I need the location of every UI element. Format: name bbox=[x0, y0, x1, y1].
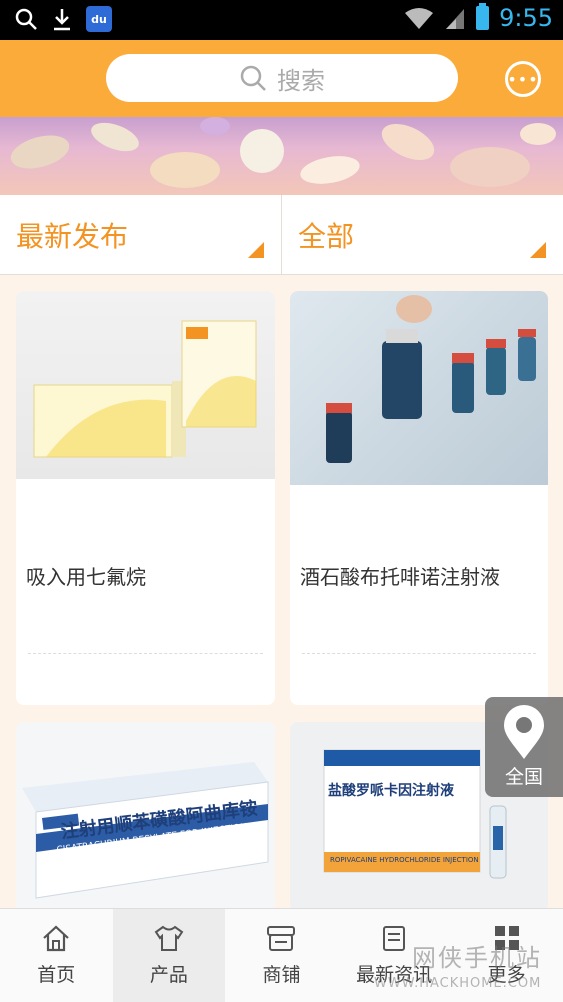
product-title: 吸入用七氟烷 bbox=[26, 565, 146, 589]
filter-all-label: 全部 bbox=[298, 220, 355, 253]
package-subtext: ROPIVACAINE HYDROCHLORIDE INJECTION bbox=[330, 856, 479, 864]
nav-news-label: 最新资讯 bbox=[356, 964, 433, 986]
location-button[interactable]: 全国 bbox=[485, 697, 563, 797]
search-input[interactable]: 搜索 bbox=[106, 54, 458, 102]
wifi-icon bbox=[405, 8, 434, 29]
grid-icon bbox=[494, 926, 519, 950]
nav-home[interactable]: 首页 bbox=[0, 909, 113, 1002]
filter-latest-label: 最新发布 bbox=[16, 220, 129, 253]
nav-products[interactable]: 产品 bbox=[112, 909, 226, 1002]
nav-stores[interactable]: 商铺 bbox=[225, 909, 338, 1002]
product-box-illustration bbox=[33, 320, 257, 458]
bottom-nav: 首页 产品 商铺 最新资讯 更多 bbox=[0, 908, 563, 1002]
card-divider bbox=[28, 653, 263, 654]
search-icon bbox=[15, 8, 37, 30]
clock: 9:55 bbox=[499, 4, 553, 32]
filter-divider bbox=[281, 195, 282, 275]
status-bar: du 9:55 bbox=[0, 0, 563, 40]
filter-all[interactable]: 全部 bbox=[298, 195, 563, 275]
baidu-icon: du bbox=[86, 6, 112, 32]
location-pin-icon bbox=[504, 705, 544, 759]
package-text: 盐酸罗哌卡因注射液 bbox=[328, 783, 454, 799]
product-card[interactable]: 酒石酸布托啡诺注射液 bbox=[290, 291, 548, 705]
product-title: 酒石酸布托啡诺注射液 bbox=[300, 565, 500, 589]
filter-latest[interactable]: 最新发布 bbox=[16, 195, 282, 275]
search-icon bbox=[240, 65, 266, 91]
header: 搜索 ••• bbox=[0, 40, 563, 117]
product-image bbox=[290, 291, 548, 485]
vials-illustration bbox=[326, 295, 536, 463]
nav-home-label: 首页 bbox=[37, 964, 76, 986]
location-label: 全国 bbox=[504, 766, 543, 788]
store-icon bbox=[267, 926, 296, 951]
news-icon bbox=[383, 926, 406, 951]
status-right: 9:55 bbox=[404, 3, 553, 32]
signal-icon bbox=[446, 9, 465, 29]
chat-bubble-icon: ••• bbox=[507, 69, 539, 89]
card-divider bbox=[302, 653, 536, 654]
product-image bbox=[16, 291, 275, 479]
filter-bar: 最新发布 全部 bbox=[0, 195, 563, 275]
product-image: 注射用顺苯磺酸阿曲库铵 CISATRACURIUM BESYLATE FOR I… bbox=[16, 722, 275, 912]
product-card[interactable]: 吸入用七氟烷 bbox=[16, 291, 275, 705]
dropdown-triangle-icon bbox=[530, 242, 546, 258]
nav-stores-label: 商铺 bbox=[262, 964, 301, 986]
shirt-icon bbox=[154, 925, 184, 951]
status-left: du bbox=[14, 6, 112, 32]
battery-icon bbox=[476, 3, 490, 30]
nav-news[interactable]: 最新资讯 bbox=[338, 909, 451, 1002]
home-icon bbox=[43, 925, 70, 952]
download-icon bbox=[54, 9, 70, 31]
banner-image[interactable] bbox=[0, 117, 563, 195]
nav-more-label: 更多 bbox=[487, 964, 526, 986]
nav-products-label: 产品 bbox=[149, 964, 188, 986]
product-card[interactable]: 注射用顺苯磺酸阿曲库铵 CISATRACURIUM BESYLATE FOR I… bbox=[16, 722, 275, 912]
dropdown-triangle-icon bbox=[248, 242, 264, 258]
message-button[interactable]: ••• bbox=[505, 61, 541, 97]
search-placeholder: 搜索 bbox=[277, 66, 325, 95]
nav-more[interactable]: 更多 bbox=[450, 909, 563, 1002]
